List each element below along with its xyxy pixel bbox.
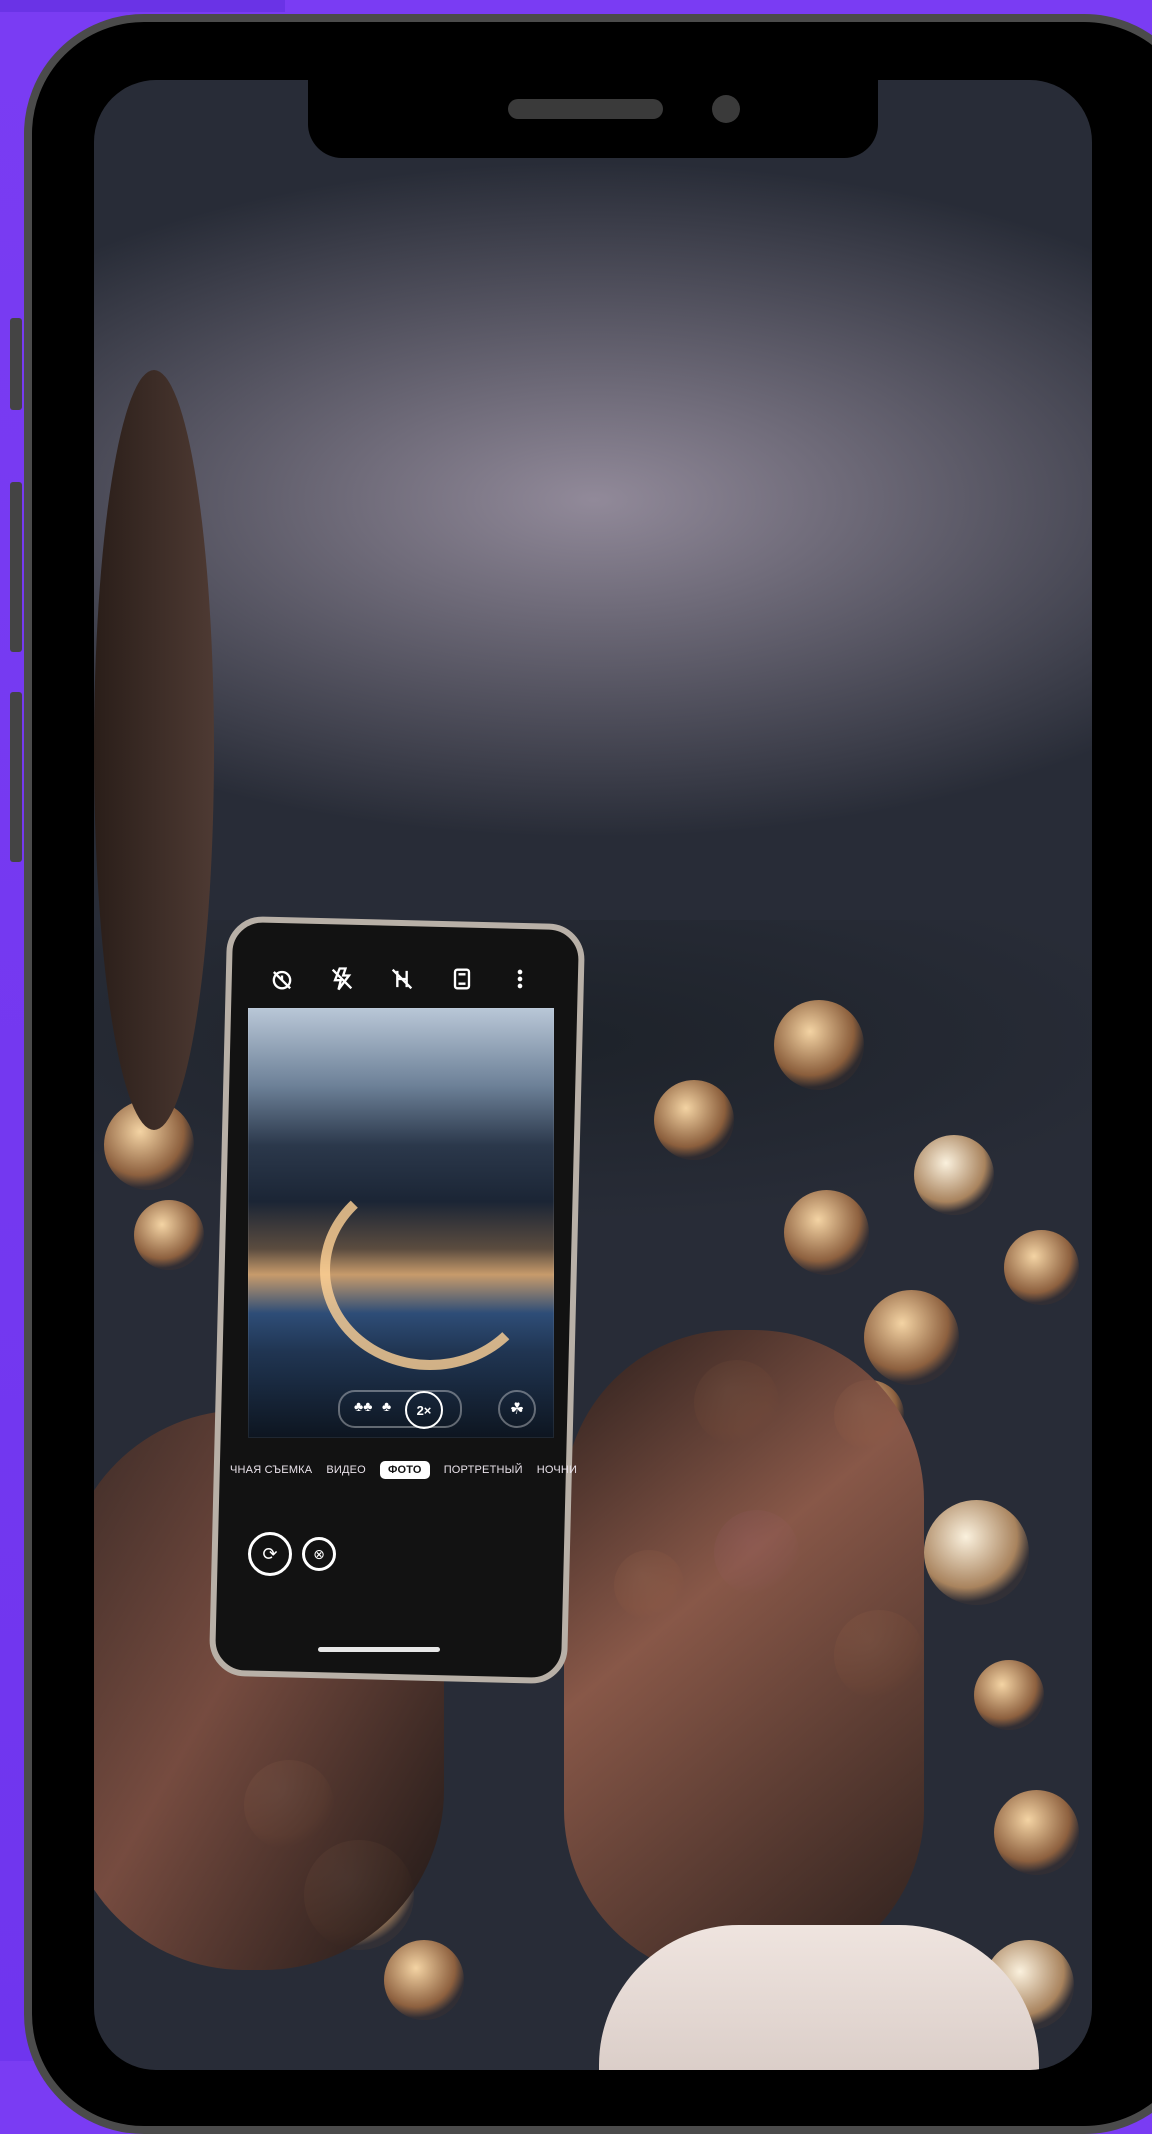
home-indicator[interactable] <box>318 1647 440 1652</box>
filter-icon[interactable]: ☘ <box>498 1390 536 1428</box>
sweater-sleeve <box>599 1925 1039 2070</box>
standard-lens-icon[interactable]: ♣ <box>382 1398 391 1414</box>
aspect-icon[interactable] <box>448 965 476 993</box>
switch-camera-icon[interactable]: ⟳ <box>248 1532 292 1576</box>
camera-controls: ⟳ ⊗ <box>248 1532 358 1576</box>
side-button-mute <box>10 318 22 410</box>
phone-notch <box>308 80 878 158</box>
mode-slowmo[interactable]: ЧНАЯ СЪЕМКА <box>230 1464 312 1476</box>
zoom-controls: ♣♣ ♣ 2× ☘ <box>338 1390 536 1429</box>
bokeh-light <box>384 1940 464 2020</box>
mode-video[interactable]: ВИДЕО <box>326 1464 366 1476</box>
bokeh-light <box>134 1200 204 1270</box>
bokeh-light <box>654 1080 734 1160</box>
earpiece-speaker <box>508 99 663 119</box>
bokeh-light <box>774 1000 864 1090</box>
bokeh-light <box>924 1500 1029 1605</box>
mode-portrait[interactable]: ПОРТРЕТНЫЙ <box>444 1464 523 1476</box>
mode-night[interactable]: НОЧНИ <box>537 1464 577 1476</box>
bokeh-light <box>784 1190 869 1275</box>
bokeh-light <box>914 1135 994 1215</box>
background-accent <box>0 0 285 12</box>
person-head-silhouette <box>94 370 214 1130</box>
lens-icon[interactable]: ⊗ <box>302 1537 336 1571</box>
bokeh-light <box>994 1790 1079 1875</box>
wide-lens-icon[interactable]: ♣♣ <box>354 1398 372 1414</box>
bokeh-light <box>974 1660 1044 1730</box>
bokeh-light <box>864 1290 959 1385</box>
hdr-off-icon[interactable] <box>388 965 416 993</box>
zoom-level-button[interactable]: 2× <box>405 1391 443 1429</box>
mode-photo[interactable]: ФОТО <box>379 1461 430 1479</box>
harbor-lights <box>320 1170 540 1370</box>
lens-selector[interactable]: ♣♣ ♣ 2× <box>338 1390 462 1429</box>
side-button-volume-up <box>10 482 22 652</box>
right-hand <box>564 1330 924 1980</box>
flash-off-icon[interactable] <box>328 965 356 993</box>
timer-off-icon[interactable] <box>268 965 296 993</box>
camera-top-bar <box>260 965 535 1005</box>
camera-mode-selector: ЧНАЯ СЪЕМКА ВИДЕО ФОТО ПОРТРЕТНЫЙ НОЧНИ <box>230 1457 577 1483</box>
more-icon[interactable] <box>506 965 534 993</box>
front-camera <box>712 95 740 123</box>
side-button-volume-down <box>10 692 22 862</box>
bokeh-light <box>1004 1230 1079 1305</box>
